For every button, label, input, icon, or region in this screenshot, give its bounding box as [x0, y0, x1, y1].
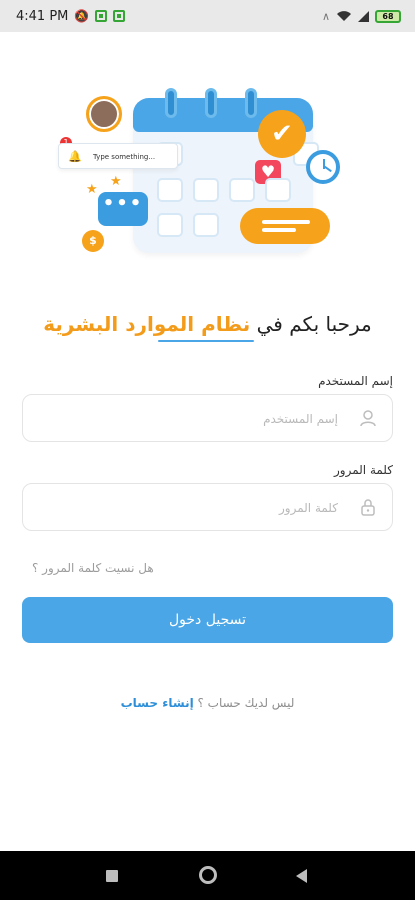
calendar-cell: [193, 178, 219, 202]
password-field[interactable]: [22, 483, 393, 532]
back-icon[interactable]: [296, 869, 307, 883]
welcome-prefix: مرحبا بكم في: [250, 312, 372, 336]
check-icon: ✔: [258, 110, 306, 158]
star-icon: ★: [110, 174, 122, 189]
calendar-cell: [229, 178, 255, 202]
status-time: 4:41 PM: [16, 8, 69, 24]
star-icon: ★: [86, 182, 98, 197]
page-title: مرحبا بكم في نظام الموارد البشرية: [0, 312, 415, 336]
home-icon[interactable]: [199, 866, 217, 884]
calendar-ring: [205, 88, 217, 118]
coin-icon: $: [82, 230, 104, 252]
status-bar: 4:41 PM 🔕 ∧ 68: [0, 0, 415, 32]
welcome-accent: نظام الموارد البشرية: [43, 312, 251, 336]
muted-alarm-icon: 🔕: [74, 9, 90, 23]
username-input[interactable]: [56, 395, 340, 443]
username-field[interactable]: [22, 394, 393, 443]
status-bar-right: ∧ 68: [321, 9, 401, 23]
calendar-cell: [265, 178, 291, 202]
no-account-text: ليس لديك حساب ؟: [193, 696, 295, 710]
battery-icon: 68: [375, 9, 401, 23]
app-notification-icon: [113, 10, 126, 22]
app-notification-icon: [95, 10, 108, 22]
calendar-ring: [245, 88, 257, 118]
status-bar-left: 4:41 PM 🔕: [16, 8, 126, 24]
recent-apps-icon[interactable]: [106, 870, 118, 882]
username-label: إسم المستخدم: [318, 374, 393, 388]
title-underline: [158, 340, 254, 342]
calendar-cell: [193, 213, 219, 237]
password-label: كلمة المرور: [333, 463, 393, 477]
password-input[interactable]: [56, 484, 340, 532]
signup-prompt: ليس لديك حساب ؟ إنشاء حساب: [0, 696, 415, 710]
signal-icon: ∧: [321, 9, 330, 23]
signal-bars-icon: [358, 10, 369, 22]
calendar-cell: [157, 178, 183, 202]
message-pill-icon: [240, 208, 330, 244]
bell-icon: 🔔: [68, 150, 82, 163]
calendar-cell: [157, 213, 183, 237]
user-icon: [360, 410, 376, 427]
calendar-ring: [165, 88, 177, 118]
navigation-bar: [0, 851, 415, 900]
hero-illustration: ♥ 1 Type something... 🔔 ★ ★ ••• $ ✔: [58, 80, 358, 270]
login-button[interactable]: تسجيل دخول: [22, 597, 393, 643]
clock-icon: [306, 150, 340, 184]
lock-icon: [361, 499, 375, 516]
forgot-password-link[interactable]: هل نسيت كلمة المرور ؟: [32, 561, 154, 575]
create-account-link[interactable]: إنشاء حساب: [121, 696, 194, 710]
wifi-icon: [337, 11, 351, 21]
chat-bubble-icon: •••: [98, 192, 148, 226]
avatar: [86, 96, 122, 132]
